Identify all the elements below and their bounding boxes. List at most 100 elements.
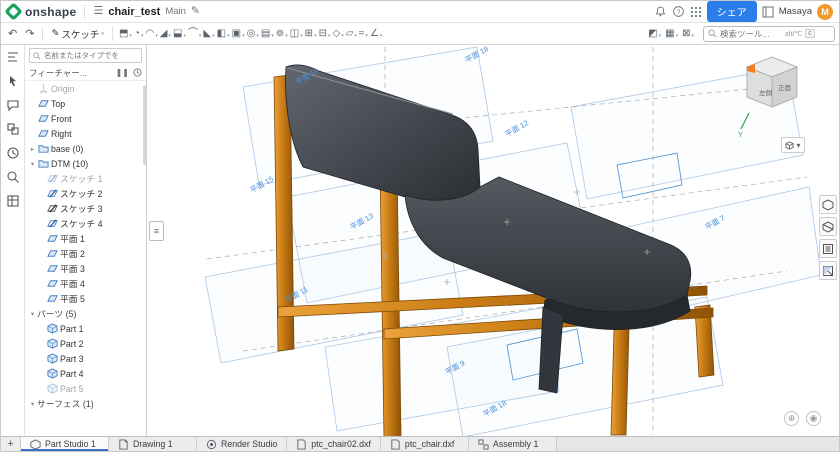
share-button[interactable]: シェア: [707, 1, 757, 22]
search-icon[interactable]: [4, 169, 22, 185]
feature-tree-item[interactable]: Front: [25, 111, 146, 126]
tool-sheet-metal-button[interactable]: ◩▾: [647, 28, 662, 40]
notifications-bell-icon[interactable]: [654, 5, 667, 18]
feature-tree-item[interactable]: 平面 1: [25, 231, 146, 246]
feature-tree-item[interactable]: 平面 5: [25, 291, 146, 306]
appearance-icon[interactable]: [819, 261, 837, 280]
view-cube[interactable]: 左側 正面 Y: [737, 49, 807, 141]
sketch-button[interactable]: ✎ スケッチ ▾: [48, 26, 107, 42]
pause-rollback-icon[interactable]: ❚❚: [116, 68, 129, 79]
undo-button[interactable]: ↶: [5, 26, 20, 41]
3d-viewport[interactable]: 平面 16平面 18平面 15平面 13平面 12平面 11平面 9平面 18平…: [147, 45, 839, 436]
document-title[interactable]: chair_test: [108, 6, 160, 18]
history-icon[interactable]: [4, 145, 22, 161]
chevron-down-icon: ▾: [101, 31, 104, 37]
tool-draft-button[interactable]: ◧▾: [216, 28, 231, 40]
chevron-icon[interactable]: ▾: [28, 310, 37, 318]
user-avatar[interactable]: M: [817, 4, 833, 20]
zoom-fit-icon[interactable]: ⊕: [784, 411, 799, 426]
properties-icon[interactable]: [4, 193, 22, 209]
add-tab-button[interactable]: +: [1, 437, 21, 451]
tool-frame-button[interactable]: ▦▾: [664, 28, 679, 40]
chevron-icon[interactable]: ▾: [28, 400, 37, 408]
tool-plane-button[interactable]: ▱▾: [345, 28, 358, 40]
tool-chamfer-button[interactable]: ◣▾: [202, 28, 215, 40]
versions-icon[interactable]: [4, 121, 22, 137]
feature-tree-item[interactable]: Top: [25, 96, 146, 111]
tool-transform-button[interactable]: ◇▾: [331, 28, 344, 40]
tool-revolve-button[interactable]: ◔▾: [133, 28, 145, 40]
tab-assembly-1[interactable]: Assembly 1: [469, 437, 557, 451]
3d-scene[interactable]: 平面 16平面 18平面 15平面 13平面 12平面 11平面 9平面 18平…: [147, 45, 839, 436]
feature-tree-item[interactable]: スケッチ 2: [25, 186, 146, 201]
select-icon[interactable]: [4, 73, 22, 89]
help-icon[interactable]: ?: [672, 5, 685, 18]
feature-tree-item[interactable]: スケッチ 4: [25, 216, 146, 231]
feature-filter-input[interactable]: [44, 51, 136, 60]
tree-scrollbar[interactable]: [143, 85, 146, 165]
view-cube-left-label[interactable]: 左側: [759, 88, 773, 97]
document-menu-icon[interactable]: ☰: [93, 6, 103, 17]
feature-tree-item[interactable]: Part 5: [25, 381, 146, 396]
tool-hole-button[interactable]: ◎▾: [246, 28, 260, 40]
tab-drawing-1[interactable]: Drawing 1: [109, 437, 197, 451]
tab-render-studio[interactable]: Render Studio: [197, 437, 287, 451]
tool-analysis-button[interactable]: ⊠▾: [681, 28, 695, 40]
history-clock-icon[interactable]: [133, 68, 142, 79]
tab-ptc-chair-dxf[interactable]: ptc_chair.dxf: [381, 437, 469, 451]
tab-part-studio-1[interactable]: Part Studio 1: [21, 437, 109, 451]
tree-collapse-toggle[interactable]: ≡: [149, 221, 164, 241]
tool-sweep-button[interactable]: ◠▾: [144, 28, 158, 40]
redo-button[interactable]: ↷: [22, 26, 37, 41]
feature-tree-item[interactable]: スケッチ 3: [25, 201, 146, 216]
tool-thicken-button[interactable]: ⬓▾: [172, 28, 187, 40]
tree-section[interactable]: ▾パーツ (5): [25, 306, 146, 321]
tool-helix-button[interactable]: ≈▾: [358, 28, 369, 40]
tool-mirror-button[interactable]: ◫▾: [289, 28, 304, 40]
display-options-icon[interactable]: [819, 195, 837, 214]
feature-tree-item[interactable]: Part 1: [25, 321, 146, 336]
section-view-icon[interactable]: [819, 217, 837, 236]
view-options-button[interactable]: ▾: [781, 137, 805, 153]
search-tools-input[interactable]: [720, 29, 782, 39]
tool-extrude-button[interactable]: ⬒▾: [118, 28, 133, 40]
feature-tree-item[interactable]: Part 4: [25, 366, 146, 381]
feature-tree-item[interactable]: Right: [25, 126, 146, 141]
tool-split-button[interactable]: ⊟▾: [318, 28, 332, 40]
plane-label[interactable]: 平面 12: [504, 118, 531, 139]
feature-list-icon[interactable]: [4, 49, 22, 65]
parts-list-icon[interactable]: [819, 239, 837, 258]
feature-tree-item[interactable]: ▸base (0): [25, 141, 146, 156]
tool-shell-button[interactable]: ▣▾: [231, 28, 246, 40]
tool-loft-button[interactable]: ◢▾: [159, 28, 172, 40]
rename-pencil-icon[interactable]: ✎: [191, 6, 200, 17]
user-name[interactable]: Masaya: [779, 6, 812, 17]
tool-measure-button[interactable]: ∠▾: [369, 28, 383, 40]
feature-tree-item[interactable]: Part 3: [25, 351, 146, 366]
chevron-down-icon: ▾: [676, 33, 679, 39]
branch-name[interactable]: Main: [165, 6, 186, 17]
tool-fillet-button[interactable]: ⌒▾: [187, 28, 203, 40]
tab-label: ptc_chair02.dxf: [311, 439, 371, 449]
panel-layout-icon[interactable]: [762, 6, 774, 18]
tab-ptc-chair02-dxf[interactable]: ptc_chair02.dxf: [287, 437, 381, 451]
view-help-icon[interactable]: ◉: [806, 411, 821, 426]
tool-circular-pattern-button[interactable]: ⊚▾: [275, 28, 289, 40]
onshape-logo-icon[interactable]: [4, 2, 22, 20]
tool-linear-pattern-button[interactable]: ▤▾: [260, 28, 275, 40]
apps-grid-icon[interactable]: [690, 6, 702, 18]
chevron-icon[interactable]: ▸: [28, 145, 37, 153]
tree-section[interactable]: ▾サーフェス (1): [25, 396, 146, 411]
feature-tree-item[interactable]: 平面 2: [25, 246, 146, 261]
feature-tree-item[interactable]: スケッチ 1: [25, 171, 146, 186]
feature-tree-item[interactable]: Part 2: [25, 336, 146, 351]
chevron-icon[interactable]: ▾: [28, 160, 37, 168]
feature-tree-item[interactable]: ▾DTM (10): [25, 156, 146, 171]
tool-boolean-button[interactable]: ⊞▾: [304, 28, 318, 40]
feature-tree-item[interactable]: Origin: [25, 81, 146, 96]
comment-icon[interactable]: [4, 97, 22, 113]
feature-tree-item[interactable]: 平面 3: [25, 261, 146, 276]
view-cube-front-label[interactable]: 正面: [778, 84, 792, 92]
feature-tree-item[interactable]: 平面 4: [25, 276, 146, 291]
chair-leg-front-left[interactable]: [380, 165, 401, 436]
